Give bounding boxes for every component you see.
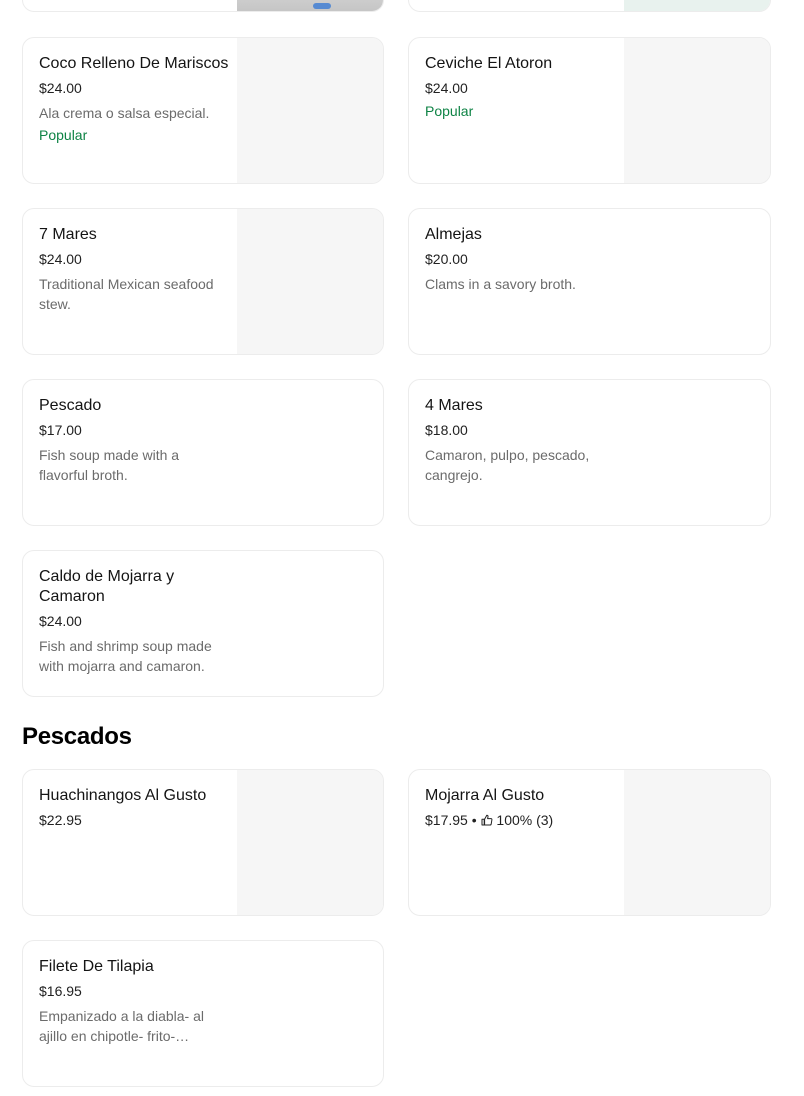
menu-item-mojarra-al-gusto[interactable]: Mojarra Al Gusto $17.95 • 100% (3) xyxy=(408,769,771,916)
menu-item-info: 7 Mares $24.00 Traditional Mexican seafo… xyxy=(39,225,229,314)
menu-item-info: Pescado $17.00 Fish soup made with a fla… xyxy=(39,396,209,485)
menu-item-pescado[interactable]: Pescado $17.00 Fish soup made with a fla… xyxy=(22,379,384,526)
menu-item-description: Fish soup made with a flavorful broth. xyxy=(39,447,180,483)
menu-item-info: 4 Mares $18.00 Camaron, pulpo, pescado, … xyxy=(425,396,615,485)
menu-item-price: $22.95 xyxy=(39,812,82,828)
menu-item-description: Camaron, pulpo, pescado, cangrejo. xyxy=(425,447,590,483)
food-photo xyxy=(237,209,383,354)
menu-item-info: Huachinangos Al Gusto $22.95 xyxy=(39,786,229,829)
menu-item-description: Empanizado a la diabla- al ajillo en chi… xyxy=(39,1008,204,1044)
menu-item-description: Ala crema o salsa especial. xyxy=(39,105,210,121)
menu-item-price: $18.00 xyxy=(425,422,468,438)
menu-item-price: $24.00 xyxy=(425,80,468,96)
menu-item-name: 7 Mares xyxy=(39,226,97,243)
menu-item-name: Mojarra Al Gusto xyxy=(425,787,545,804)
food-photo xyxy=(624,0,770,11)
menu-item-name: Ceviche El Atoron xyxy=(425,55,553,72)
food-photo xyxy=(237,770,383,915)
menu-item-description: Fish and shrimp soup made with mojarra a… xyxy=(39,638,212,674)
menu-item-description: Clams in a savory broth. xyxy=(425,276,576,292)
menu-item-name: 4 Mares xyxy=(425,397,483,414)
menu-item-filete-de-tilapia[interactable]: Filete De Tilapia $16.95 Empanizado a la… xyxy=(22,940,384,1087)
menu-item-price: $20.00 xyxy=(425,251,468,267)
thumbs-up-icon xyxy=(481,814,492,826)
menu-item-card[interactable] xyxy=(22,0,384,12)
menu-item-price: $24.00 xyxy=(39,80,82,96)
menu-item-info: Almejas $20.00 Clams in a savory broth. xyxy=(425,225,625,294)
popular-badge: Popular xyxy=(39,127,88,143)
menu-item-description: Traditional Mexican seafood stew. xyxy=(39,276,214,312)
menu-item-7-mares[interactable]: 7 Mares $24.00 Traditional Mexican seafo… xyxy=(22,208,384,355)
menu-item-name: Pescado xyxy=(39,397,102,414)
menu-item-name: Almejas xyxy=(425,226,482,243)
menu-item-almejas[interactable]: Almejas $20.00 Clams in a savory broth. xyxy=(408,208,771,355)
menu-item-price: $24.00 xyxy=(39,613,82,629)
menu-item-info: Caldo de Mojarra y Camaron $24.00 Fish a… xyxy=(39,567,229,676)
menu-item-info: Ceviche El Atoron $24.00 Popular xyxy=(425,54,615,120)
menu-item-name: Coco Relleno De Mariscos xyxy=(39,55,229,72)
menu-item-price: $16.95 xyxy=(39,983,82,999)
food-photo xyxy=(237,38,383,183)
food-photo xyxy=(624,770,770,915)
menu-item-price: $17.95 xyxy=(425,812,468,828)
menu-item-price: $24.00 xyxy=(39,251,82,267)
menu-item-name: Filete De Tilapia xyxy=(39,958,154,975)
rating-text: 100% (3) xyxy=(496,812,554,828)
menu-item-name: Huachinangos Al Gusto xyxy=(39,787,207,804)
menu-item-4-mares[interactable]: 4 Mares $18.00 Camaron, pulpo, pescado, … xyxy=(408,379,771,526)
menu-item-huachinangos[interactable]: Huachinangos Al Gusto $22.95 xyxy=(22,769,384,916)
menu-item-ceviche-el-atoron[interactable]: Ceviche El Atoron $24.00 Popular xyxy=(408,37,771,184)
food-photo xyxy=(237,0,383,11)
menu-item-price: $17.00 xyxy=(39,422,82,438)
menu-item-info: Filete De Tilapia $16.95 Empanizado a la… xyxy=(39,957,229,1046)
menu-item-info: Coco Relleno De Mariscos $24.00 Ala crem… xyxy=(39,54,229,144)
menu-item-name: Caldo de Mojarra y Camaron xyxy=(39,568,175,605)
menu-item-price-rating: $17.95 • 100% (3) xyxy=(425,811,615,829)
popular-badge: Popular xyxy=(425,103,474,119)
menu-item-info: Mojarra Al Gusto $17.95 • 100% (3) xyxy=(425,786,615,829)
menu-item-coco-relleno[interactable]: Coco Relleno De Mariscos $24.00 Ala crem… xyxy=(22,37,384,184)
separator-dot: • xyxy=(471,812,477,828)
food-photo xyxy=(624,38,770,183)
section-title: Pescados xyxy=(22,723,132,750)
menu-item-card[interactable] xyxy=(408,0,771,12)
menu-item-caldo-de-mojarra[interactable]: Caldo de Mojarra y Camaron $24.00 Fish a… xyxy=(22,550,384,697)
